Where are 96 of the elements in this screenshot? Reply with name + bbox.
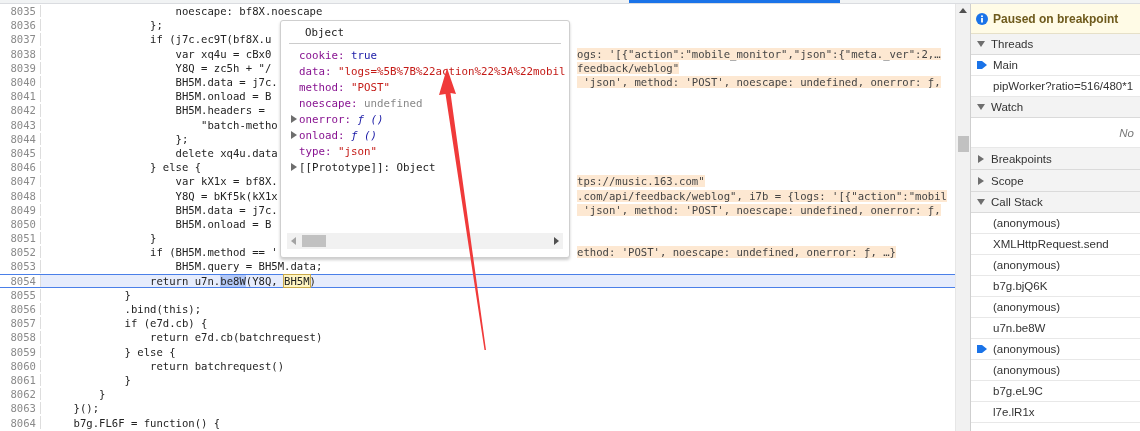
line-number: 8035	[9, 5, 37, 18]
section-header[interactable]: Threads	[971, 34, 1140, 55]
line-number: 8036	[9, 19, 37, 32]
code-line: BH5M.onload = B	[175, 90, 272, 103]
inline-value: feedback/weblog"	[577, 61, 680, 74]
code-line: BH5M.data = j7c.	[175, 76, 278, 89]
line-number: 8060	[9, 359, 37, 372]
object-property[interactable]: onload: ƒ ()	[299, 128, 378, 142]
line-number: 8051	[9, 232, 37, 245]
line-number: 8053	[9, 260, 37, 273]
disclosure-triangle-icon[interactable]	[289, 163, 299, 171]
empty-watch-text: No	[1119, 126, 1134, 139]
line-number: 8047	[9, 175, 37, 188]
section-header[interactable]: Scope	[971, 170, 1140, 192]
line-number: 8064	[9, 416, 37, 429]
code-line: b7g.FL6F = function() {	[73, 416, 221, 429]
code-line: delete xq4u.data	[175, 146, 278, 159]
inline-value: tps://music.163.com"	[577, 175, 705, 188]
inline-value: 'json', method: 'POST', noescape: undefined, onerror: ƒ,	[577, 203, 941, 216]
code-line: Y8Q = bKf5k(kX1x	[175, 189, 278, 202]
line-number: 8049	[9, 203, 37, 216]
object-property[interactable]: onerror: ƒ ()	[299, 112, 384, 126]
disclosure-triangle-icon	[977, 154, 985, 163]
code-line: return u7n.be8W(Y8Q, BH5M)	[150, 274, 316, 287]
code-line: }();	[73, 402, 100, 415]
line-number: 8042	[9, 104, 37, 117]
code-line: if (BH5M.method == '	[150, 246, 278, 259]
object-property: method: "POST"	[299, 80, 391, 94]
code-line: };	[150, 19, 163, 32]
line-number: 8041	[9, 90, 37, 103]
scroll-right-arrow-icon[interactable]	[554, 237, 559, 245]
paused-status-text: Paused on breakpoint	[993, 11, 1119, 26]
code-line: BH5M.data = j7c.	[175, 203, 278, 216]
line-number: 8055	[9, 288, 37, 301]
line-number: 8048	[9, 189, 37, 202]
line-number: 8037	[9, 33, 37, 46]
scrollbar-thumb[interactable]	[302, 235, 326, 247]
code-line: Y8Q = zc5h + "/	[175, 61, 272, 74]
code-line: } else {	[150, 161, 202, 174]
code-line: if (e7d.cb) {	[124, 317, 208, 330]
object-property: noescape: undefined	[299, 96, 423, 110]
line-number: 8054	[9, 274, 37, 287]
line-number: 8038	[9, 47, 37, 60]
line-number: 8044	[9, 132, 37, 145]
inline-value: ethod: 'POST', noescape: undefined, onerror: ƒ, …}	[577, 246, 896, 259]
line-number: 8061	[9, 373, 37, 386]
code-line: BH5M.headers =	[175, 104, 265, 117]
code-line: var kX1x = bf8X.	[175, 175, 278, 188]
code-line: }	[124, 373, 131, 386]
info-icon	[976, 12, 988, 25]
horizontal-scrollbar[interactable]	[287, 233, 563, 249]
section-header[interactable]: Watch	[971, 97, 1140, 118]
disclosure-triangle-icon	[977, 103, 985, 111]
section-header[interactable]: Breakpoints	[971, 148, 1140, 170]
inline-value: ogs: '[{"action":"mobile_monitor","json":{"meta._ver":2,…	[577, 47, 941, 60]
object-property[interactable]: [[Prototype]]: Object	[299, 160, 436, 174]
line-number: 8052	[9, 246, 37, 259]
line-number: 8046	[9, 161, 37, 174]
line-number: 8057	[9, 317, 37, 330]
line-number: 8040	[9, 76, 37, 89]
code-line: return batchrequest()	[150, 359, 284, 372]
line-number: 8050	[9, 217, 37, 230]
code-line: return e7d.cb(batchrequest)	[150, 331, 323, 344]
scroll-up-arrow-icon[interactable]	[959, 8, 967, 13]
line-number: 8039	[9, 61, 37, 74]
line-number: 8056	[9, 303, 37, 316]
line-number: 8062	[9, 388, 37, 401]
section-header[interactable]: Call Stack	[971, 192, 1140, 213]
vertical-scrollbar[interactable]	[955, 4, 970, 431]
object-property: data: "logs=%5B%7B%22action%22%3A%22mobil	[299, 64, 566, 78]
code-line: BH5M.onload = B	[175, 217, 272, 230]
code-line: };	[175, 132, 189, 145]
object-property: type: "json"	[299, 144, 378, 158]
line-number: 8058	[9, 331, 37, 344]
code-line: }	[150, 232, 157, 245]
disclosure-triangle-icon	[977, 198, 985, 206]
code-line: "batch-metho	[201, 118, 278, 131]
line-number: 8063	[9, 402, 37, 415]
code-line: var xq4u = cBx0	[175, 47, 272, 60]
line-number: 8043	[9, 118, 37, 131]
code-line: noescape: bf8X.noescape	[175, 5, 323, 18]
popover-title: Object	[305, 26, 344, 39]
line-number: 8045	[9, 146, 37, 159]
inline-value: 'json', method: 'POST', noescape: undefined, onerror: ƒ,	[577, 76, 941, 89]
code-line: if (j7c.ec9T(bf8X.u	[150, 33, 272, 46]
code-line: BH5M.query = BH5M.data;	[175, 260, 323, 273]
inline-value: .com/api/feedback/weblog", i7b = {logs: '[{"action":"mobil	[577, 189, 947, 202]
code-line: }	[99, 388, 106, 401]
code-line: } else {	[124, 345, 176, 358]
code-line: }	[124, 288, 131, 301]
code-line: .bind(this);	[124, 303, 202, 316]
scrollbar-thumb[interactable]	[957, 136, 969, 152]
object-property: cookie: true	[299, 48, 378, 62]
disclosure-triangle-icon	[977, 176, 985, 185]
line-number: 8059	[9, 345, 37, 358]
disclosure-triangle-icon	[977, 40, 985, 48]
